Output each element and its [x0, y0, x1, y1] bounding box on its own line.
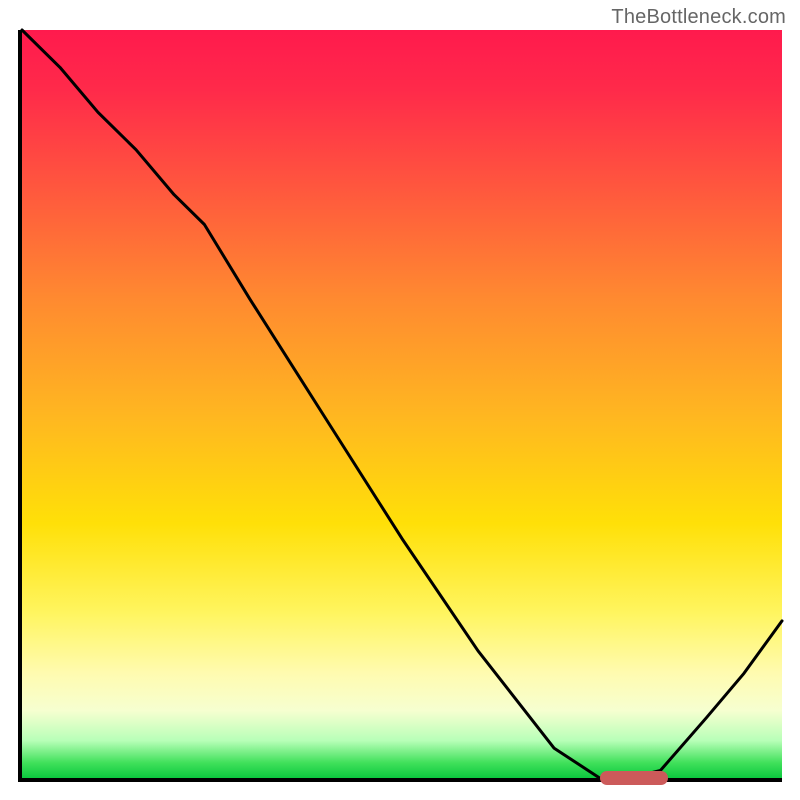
plot-area	[18, 30, 782, 782]
optimum-marker	[600, 771, 668, 785]
line-curve	[22, 30, 782, 778]
chart-container: TheBottleneck.com	[0, 0, 800, 800]
watermark-text: TheBottleneck.com	[611, 6, 786, 29]
